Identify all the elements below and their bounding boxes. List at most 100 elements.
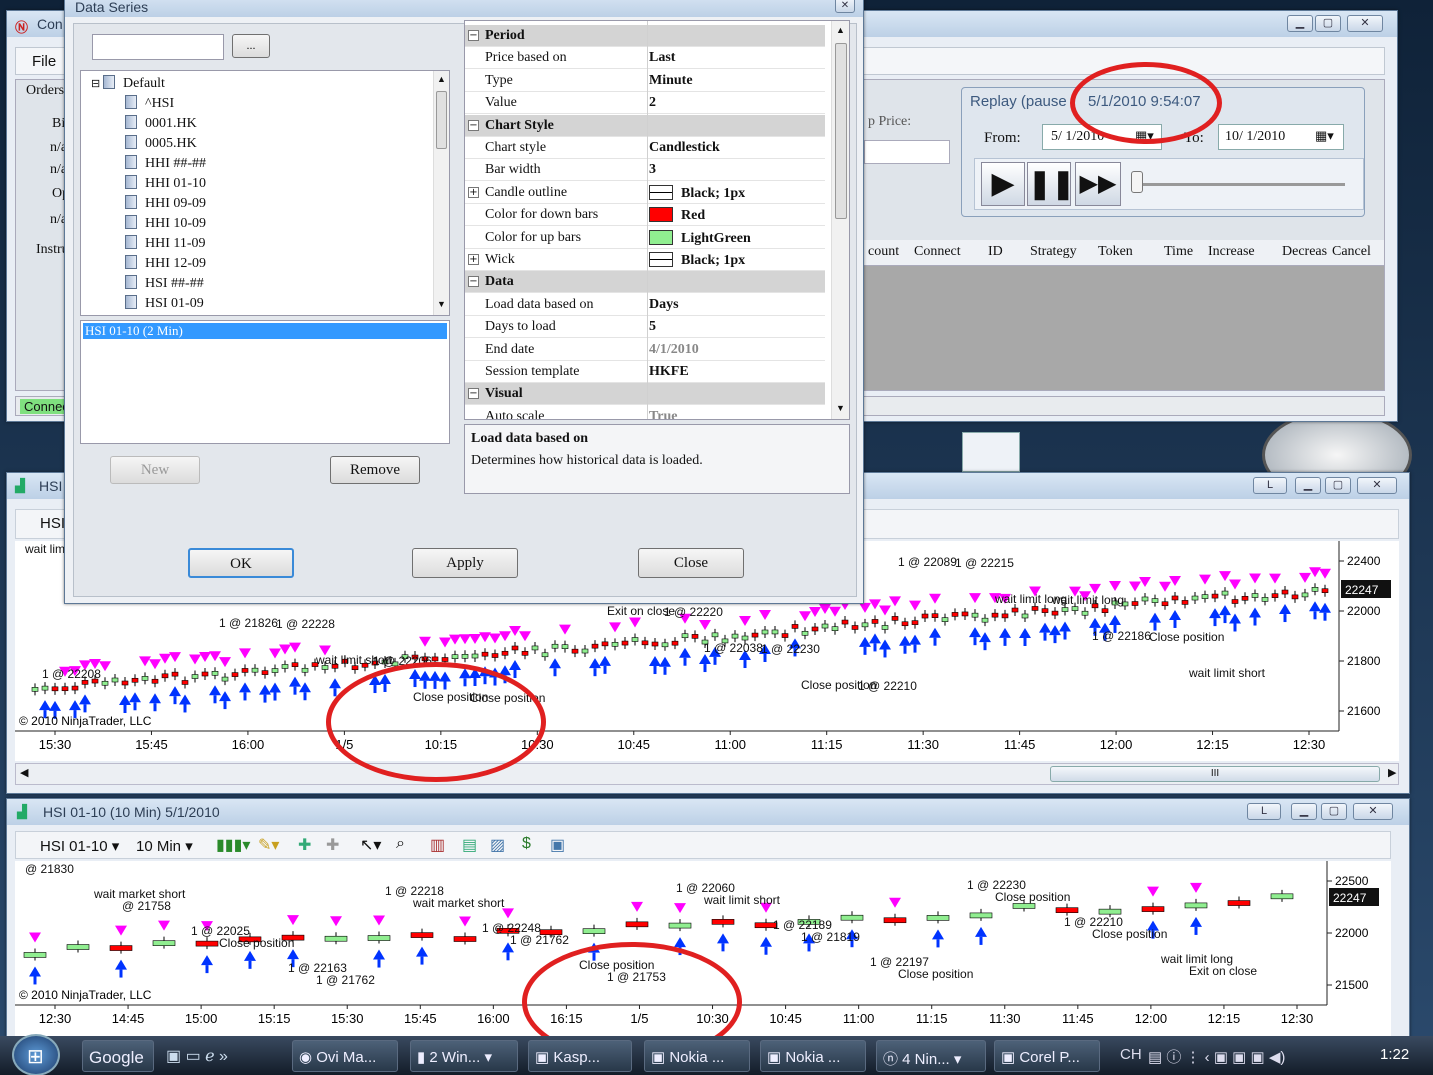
strategies-icon[interactable]: ▨	[490, 835, 505, 855]
property-row[interactable]: Days to load 5	[465, 316, 825, 339]
property-scroll-thumb[interactable]	[835, 43, 847, 219]
column-header-decrease[interactable]: Decreas	[1282, 244, 1327, 260]
system-clock[interactable]: 1:22	[1380, 1046, 1409, 1063]
menu-file[interactable]: File	[32, 53, 56, 70]
column-header-time[interactable]: Time	[1164, 244, 1193, 260]
close-button[interactable]: ✕	[1347, 15, 1383, 32]
column-header-token[interactable]: Token	[1098, 244, 1133, 260]
new-button[interactable]: New	[110, 456, 200, 484]
tree-item[interactable]: HHI 01-10	[125, 175, 206, 195]
instrument-tree[interactable]: ⊟ Default ^HSI 0001.HK 0005.HK HHI ##-## HHI …	[80, 70, 450, 316]
collapse-icon[interactable]: −	[468, 30, 479, 41]
property-row[interactable]: Session template HKFE	[465, 361, 825, 383]
property-value[interactable]: Black; 1px	[649, 252, 745, 269]
zoom-icon[interactable]: ⌕	[396, 835, 405, 853]
chart1-hscrollbar[interactable]: III ◀ ▶	[15, 763, 1399, 785]
scroll-up-arrow[interactable]: ▲	[836, 25, 845, 35]
language-indicator[interactable]: CH	[1120, 1046, 1142, 1063]
chart2-instrument-select[interactable]: HSI 01-10 ▾	[40, 837, 119, 855]
tree-item[interactable]: HSI ##-##	[125, 275, 204, 295]
quicklaunch-icons[interactable]: ▣ ▭ ℯ »	[166, 1046, 228, 1066]
column-header-connect[interactable]: Connect	[914, 244, 961, 260]
google-toolbar[interactable]: Google	[82, 1040, 154, 1072]
scroll-up-arrow[interactable]: ▲	[437, 74, 446, 84]
properties-icon[interactable]: ▣	[550, 835, 565, 855]
apply-button[interactable]: Apply	[412, 548, 518, 578]
property-value[interactable]: LightGreen	[649, 229, 751, 247]
selected-series-item[interactable]: HSI 01-10 (2 Min)	[83, 323, 447, 339]
taskbar-item-ovi-maps[interactable]: ◉ Ovi Ma...	[292, 1040, 398, 1072]
column-header-increase[interactable]: Increase	[1208, 244, 1255, 260]
property-row[interactable]: Type Minute	[465, 70, 825, 92]
chart-style-icon[interactable]: ▮▮▮▾	[216, 835, 250, 855]
data-series-icon[interactable]: ▥	[430, 835, 445, 855]
l-button[interactable]: L	[1253, 477, 1287, 494]
property-row[interactable]: Color for down bars Red	[465, 204, 825, 227]
property-row[interactable]: Chart style Candlestick	[465, 137, 825, 159]
price-stepper[interactable]	[864, 140, 950, 164]
indicators-icon[interactable]: ▤	[462, 835, 477, 855]
tree-item[interactable]: 0005.HK	[125, 135, 197, 155]
scroll-down-arrow[interactable]: ▼	[836, 403, 845, 413]
cursor-icon[interactable]: ↖▾	[360, 835, 381, 855]
property-row[interactable]: + Wick Black; 1px	[465, 249, 825, 271]
pause-button[interactable]: ❚❚	[1027, 162, 1075, 206]
close-button[interactable]: ✕	[1353, 803, 1393, 820]
replay-slider-thumb[interactable]	[1131, 171, 1143, 193]
selected-series-list[interactable]: HSI 01-10 (2 Min)	[80, 320, 450, 444]
taskbar-item-nokia-2[interactable]: ▣ Nokia ...	[760, 1040, 866, 1072]
instrument-search-input[interactable]	[92, 34, 224, 60]
tree-item[interactable]: HHI 10-09	[125, 215, 206, 235]
taskbar-item-kaspersky[interactable]: ▣ Kasp...	[528, 1040, 632, 1072]
property-category[interactable]: − Period	[465, 25, 825, 47]
dollar-icon[interactable]: $	[522, 835, 531, 853]
browse-button[interactable]: ...	[232, 34, 270, 58]
property-row[interactable]: Color for up bars LightGreen	[465, 227, 825, 249]
tree-root-default[interactable]: ⊟ Default	[91, 75, 165, 95]
pencil-icon[interactable]: ✎▾	[258, 835, 279, 855]
taskbar-item-windows[interactable]: ▮ 2 Win... ▾	[410, 1040, 518, 1072]
collapse-icon[interactable]: −	[468, 119, 479, 131]
tree-item[interactable]: 0001.HK	[125, 115, 197, 135]
property-category[interactable]: − Chart Style	[465, 114, 825, 137]
l-button[interactable]: L	[1247, 803, 1281, 820]
property-category[interactable]: − Visual	[465, 383, 825, 406]
property-value[interactable]: Last	[649, 50, 675, 66]
remove-indicator-icon[interactable]: ✚	[326, 835, 339, 855]
collapse-icon[interactable]: ⊟	[91, 78, 103, 90]
tree-item[interactable]: HHI 09-09	[125, 195, 206, 215]
property-value[interactable]: True	[649, 409, 678, 419]
fast-forward-button[interactable]: ▶▶	[1075, 162, 1121, 206]
replay-speed-slider[interactable]	[1135, 183, 1345, 186]
property-row[interactable]: Price based on Last	[465, 47, 825, 70]
chart1-instrument[interactable]: HSI	[40, 515, 65, 532]
scroll-right-arrow[interactable]: ▶	[1388, 766, 1396, 779]
property-row[interactable]: Bar width 3	[465, 159, 825, 182]
property-value[interactable]: Days	[649, 297, 679, 313]
column-header-cancel[interactable]: Cancel	[1332, 244, 1371, 260]
property-category[interactable]: − Data	[465, 271, 825, 294]
tree-item[interactable]: ^HSI	[125, 95, 174, 115]
add-indicator-icon[interactable]: ✚	[298, 835, 311, 855]
scroll-down-arrow[interactable]: ▼	[437, 299, 446, 309]
remove-button[interactable]: Remove	[330, 456, 420, 484]
property-value[interactable]: Candlestick	[649, 140, 720, 156]
minimize-button[interactable]: ▁	[1287, 15, 1313, 32]
property-value[interactable]: 2	[649, 95, 656, 111]
minimize-button[interactable]: ▁	[1295, 477, 1321, 494]
property-value[interactable]: 3	[649, 162, 656, 178]
property-row[interactable]: Load data based on Days	[465, 294, 825, 316]
tree-item[interactable]: HHI 12-09	[125, 255, 206, 275]
tree-item[interactable]: HHI ##-##	[125, 155, 206, 175]
scroll-left-arrow[interactable]: ◀	[20, 766, 28, 779]
calendar-icon[interactable]: ▦▾	[1315, 128, 1334, 144]
ok-button[interactable]: OK	[188, 548, 294, 578]
property-row[interactable]: Value 2	[465, 92, 825, 115]
property-value[interactable]: 4/1/2010	[649, 342, 699, 358]
replay-to-date[interactable]: 10/ 1/2010 ▦▾	[1218, 124, 1344, 150]
property-value[interactable]: Black; 1px	[649, 184, 745, 202]
play-button[interactable]: ▶	[981, 162, 1025, 206]
property-row[interactable]: Auto scale True	[465, 406, 825, 419]
property-value[interactable]: HKFE	[649, 364, 689, 380]
close-dialog-button[interactable]: Close	[638, 548, 744, 578]
